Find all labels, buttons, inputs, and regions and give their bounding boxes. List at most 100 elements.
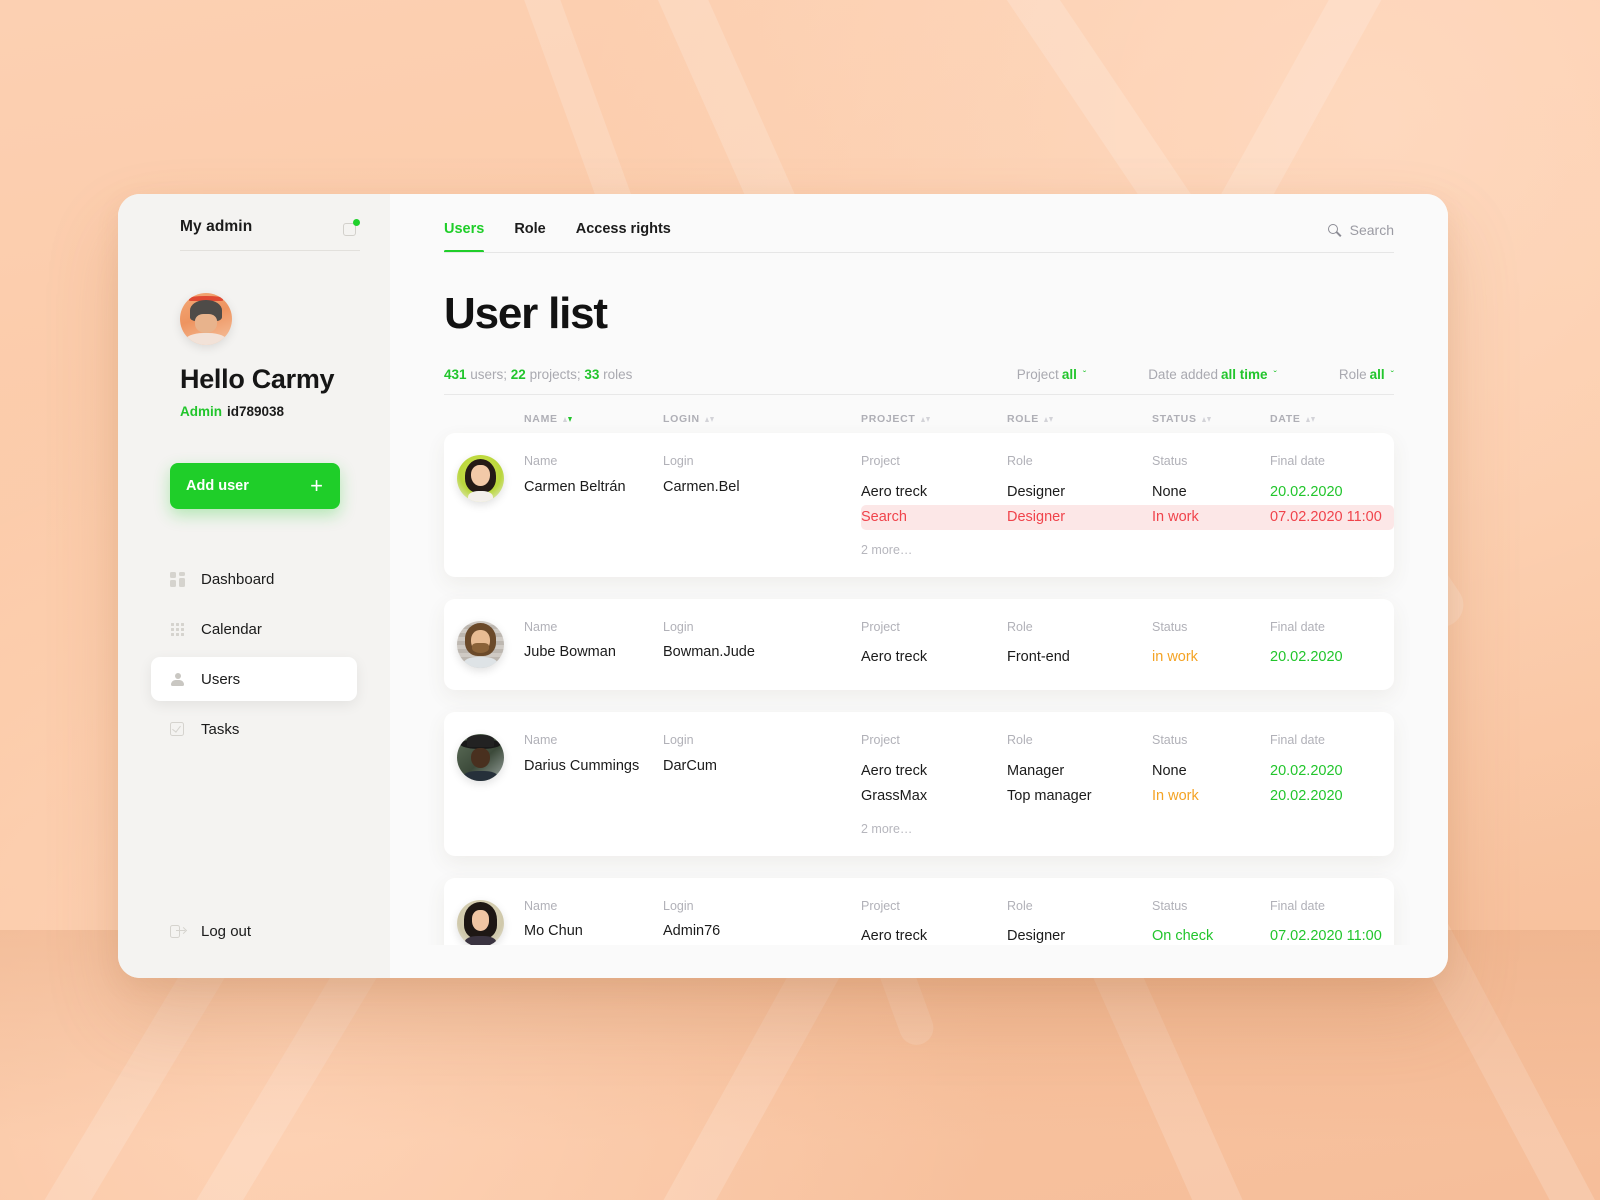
column-header-label: ROLE xyxy=(1007,413,1039,425)
table-row[interactable]: Name Carmen Beltrán Login Carmen.Bel Project… xyxy=(444,433,1394,577)
page-header: User list 431 users; 22 projects; 33 rol… xyxy=(390,253,1448,395)
name-label: Name xyxy=(524,454,558,468)
counts-summary: 431 users; 22 projects; 33 roles xyxy=(444,367,632,382)
users-count-label: users; xyxy=(466,367,511,382)
role-label: Role xyxy=(1007,898,1033,913)
final-date-label: Final date xyxy=(1270,898,1325,913)
status-badge: On check xyxy=(1152,928,1214,945)
role-label: Role xyxy=(1007,619,1033,634)
sidebar-title: My admin xyxy=(180,218,253,235)
assignment-row[interactable]: Aero treck Front-end in work 20.02.2020 xyxy=(861,645,1394,670)
avatar[interactable] xyxy=(457,620,504,668)
profile-role: Admin xyxy=(180,404,222,419)
admin-app-window: My admin Hello Carmy Admin id789038 Add u… xyxy=(118,194,1448,978)
column-header-label: PROJECT xyxy=(861,413,916,425)
sidebar-item-tasks[interactable]: Tasks xyxy=(151,707,357,751)
filter-label: Project xyxy=(1016,367,1059,382)
assignment-role: Designer xyxy=(1007,928,1066,945)
status-label: Status xyxy=(1152,454,1188,468)
column-header-date[interactable]: DATE xyxy=(1270,413,1394,425)
avatar[interactable] xyxy=(457,455,504,502)
assignment-row[interactable]: Aero treck Designer None 20.02.2020 xyxy=(861,480,1394,505)
assignments-cell: Project Role Status Final date Aero treck Man… xyxy=(861,734,1394,836)
user-name: Jube Bowman xyxy=(524,644,616,660)
sidebar-item-dashboard[interactable]: Dashboard xyxy=(151,557,357,601)
chevron-down-icon: ˇ xyxy=(1273,370,1277,381)
page-title: User list xyxy=(444,289,608,338)
status-badge: In work xyxy=(1152,508,1199,525)
chevron-down-icon: ˇ xyxy=(1082,370,1087,381)
projects-count: 22 xyxy=(510,367,526,382)
name-cell: Name Jube Bowman xyxy=(524,619,663,671)
sort-icon xyxy=(1043,416,1054,422)
sidebar-item-calendar[interactable]: Calendar xyxy=(151,607,357,651)
show-more-link[interactable]: 2 more… xyxy=(861,543,1394,557)
meta-row: 431 users; 22 projects; 33 roles Project… xyxy=(444,367,1394,395)
column-header-name[interactable]: NAME xyxy=(524,413,663,425)
final-date-label: Final date xyxy=(1270,619,1325,634)
add-user-button[interactable]: Add user + xyxy=(170,463,340,509)
calendar-icon xyxy=(170,622,185,637)
sidebar-item-users[interactable]: Users xyxy=(151,657,357,701)
login-cell: Login Bowman.Jude xyxy=(663,619,861,671)
search-button[interactable]: Search xyxy=(1327,222,1394,238)
chevron-down-icon: ˇ xyxy=(1390,370,1394,381)
assignment-row[interactable]: GrassMax Top manager In work 20.02.2020 xyxy=(861,784,1394,809)
table-column-headers: NAME LOGIN PROJECT ROLE STATUS DATE xyxy=(390,395,1448,425)
main-content: Users Role Access rights Search User lis… xyxy=(390,194,1448,978)
user-name: Carmen Beltrán xyxy=(524,478,626,495)
row-avatar-cell xyxy=(444,620,524,671)
name-label: Name xyxy=(524,619,558,634)
plus-icon: + xyxy=(310,473,323,498)
table-row[interactable]: Name Darius Cummings Login DarCum Project Rol… xyxy=(444,712,1394,856)
login-label: Login xyxy=(663,619,694,634)
assignment-date: 07.02.2020 11:00 xyxy=(1270,928,1382,945)
profile-id-line: Admin id789038 xyxy=(180,404,390,419)
assignments-cell: Project Role Status Final date Aero treck Des… xyxy=(861,455,1394,557)
assignments-header: Project Role Status Final date xyxy=(861,619,1394,634)
column-header-role[interactable]: ROLE xyxy=(1007,413,1152,425)
avatar[interactable] xyxy=(457,734,504,781)
user-login: Carmen.Bel xyxy=(663,478,740,495)
login-cell: Login Admin76 xyxy=(663,899,861,946)
status-label: Status xyxy=(1152,898,1188,913)
notification-card-icon[interactable] xyxy=(343,218,360,236)
filter-value: all time xyxy=(1221,367,1268,382)
tab-role[interactable]: Role xyxy=(514,221,545,253)
table-row[interactable]: Name Mo Chun Login Admin76 Project Role Status… xyxy=(444,877,1394,946)
column-header-project[interactable]: PROJECT xyxy=(861,413,1007,425)
user-login: Admin76 xyxy=(663,923,721,939)
projects-count-label: projects; xyxy=(525,367,585,382)
column-header-status[interactable]: STATUS xyxy=(1152,413,1270,425)
row-avatar-cell xyxy=(444,899,524,945)
filter-label: Role xyxy=(1338,367,1367,382)
assignment-date: 20.02.2020 xyxy=(1270,787,1343,804)
project-label: Project xyxy=(861,898,900,913)
login-cell: Login Carmen.Bel xyxy=(663,455,861,557)
logout-button[interactable]: Log out xyxy=(170,923,390,940)
tab-users[interactable]: Users xyxy=(444,221,485,253)
filter-value: all xyxy=(1061,367,1077,382)
final-date-label: Final date xyxy=(1270,454,1325,468)
final-date-label: Final date xyxy=(1270,733,1325,747)
add-user-label: Add user xyxy=(186,478,249,494)
login-cell: Login DarCum xyxy=(663,734,861,836)
assignment-row[interactable]: Aero treck Designer On check 07.02.2020 11:… xyxy=(861,924,1394,945)
tab-access-rights[interactable]: Access rights xyxy=(576,221,671,253)
table-row[interactable]: Name Jube Bowman Login Bowman.Jude Project Ro… xyxy=(444,598,1394,690)
sidebar-item-label: Users xyxy=(201,670,241,688)
filter-project[interactable]: Project all ˇ xyxy=(1017,367,1086,382)
avatar[interactable] xyxy=(180,293,232,345)
assignment-row[interactable]: Aero treck Manager None 20.02.2020 xyxy=(861,759,1394,784)
avatar[interactable] xyxy=(457,899,504,945)
filter-role[interactable]: Role all ˇ xyxy=(1339,367,1394,382)
column-header-login[interactable]: LOGIN xyxy=(663,413,861,425)
filter-date-added[interactable]: Date added all time ˇ xyxy=(1148,367,1277,382)
sort-icon xyxy=(1305,416,1316,422)
assignment-project: Aero treck xyxy=(861,483,928,500)
filter-label: Date added xyxy=(1148,367,1218,382)
show-more-link[interactable]: 2 more… xyxy=(861,822,1394,836)
assignments-header: Project Role Status Final date xyxy=(861,734,1394,747)
assignment-row[interactable]: Search Designer In work 07.02.2020 11:00 xyxy=(861,504,1394,530)
login-label: Login xyxy=(663,733,694,747)
